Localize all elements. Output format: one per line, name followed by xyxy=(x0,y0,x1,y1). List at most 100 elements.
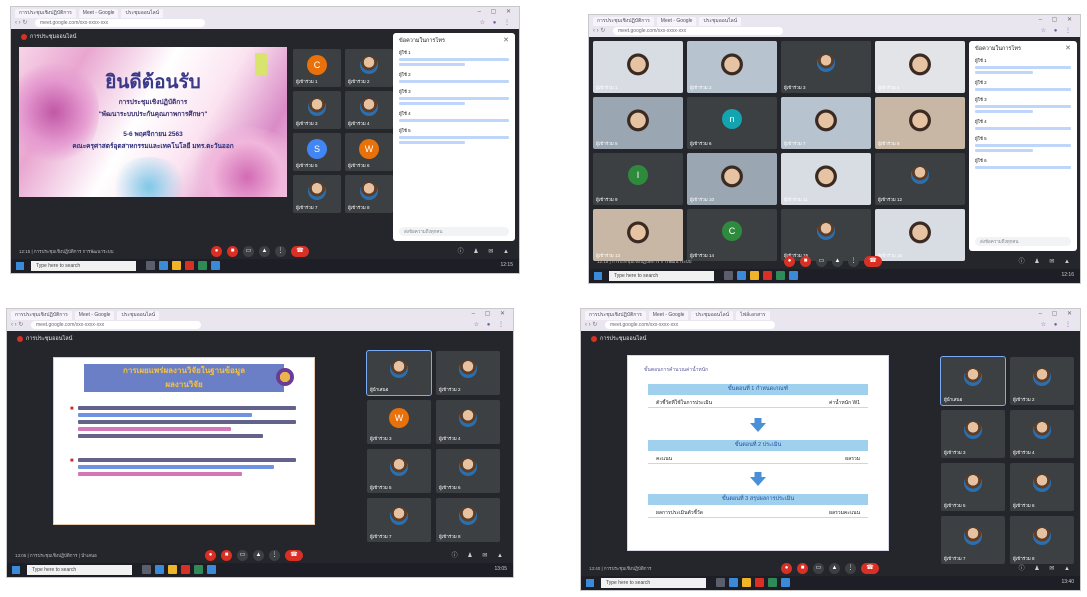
end-call-button[interactable]: ☎ xyxy=(861,562,879,574)
present-icon[interactable]: ▲ xyxy=(253,549,264,561)
captions-icon[interactable]: ▭ xyxy=(237,549,248,561)
edge-icon[interactable] xyxy=(729,578,738,587)
participant-tile[interactable]: ผู้เข้าร่วม 7 xyxy=(367,498,431,542)
participant-tile[interactable]: ผู้เข้าร่วม 2 xyxy=(1010,357,1074,405)
end-call-button[interactable]: ☎ xyxy=(864,255,882,267)
browser-tab[interactable]: ประชุมออนไลน์ xyxy=(691,311,734,320)
folder-icon[interactable] xyxy=(742,578,751,587)
participant-tile[interactable]: ผู้เข้าร่วม 8 xyxy=(436,498,500,542)
browser-tab[interactable]: ไฟล์เอกสาร xyxy=(736,311,770,320)
folder-icon[interactable] xyxy=(750,271,759,280)
task-view-icon[interactable] xyxy=(142,565,151,574)
participant-tile[interactable]: ผู้เข้าร่วม 5 xyxy=(593,97,683,149)
participant-tile[interactable]: ผู้เข้าร่วม 2 xyxy=(345,49,393,87)
participant-tile[interactable]: ผู้เข้าร่วม 3 xyxy=(941,410,1005,458)
more-icon[interactable]: ⋮ xyxy=(848,255,859,267)
nav-buttons[interactable]: ‹ › ↻ xyxy=(11,321,23,328)
taskbar-search[interactable]: Type here to search xyxy=(27,565,132,575)
task-view-icon[interactable] xyxy=(724,271,733,280)
participant-tile[interactable]: ผู้นำเสนอ xyxy=(940,356,1006,406)
word-icon[interactable] xyxy=(781,578,790,587)
participant-tile[interactable]: ผู้เข้าร่วม 13 xyxy=(593,209,683,261)
participant-tile[interactable]: ผู้เข้าร่วม 4 xyxy=(345,91,393,129)
excel-icon[interactable] xyxy=(776,271,785,280)
participant-tile[interactable]: ผู้เข้าร่วม 7 xyxy=(293,175,341,213)
more-icon[interactable]: ⋮ xyxy=(269,549,280,561)
browser-tab[interactable]: Meet - Google xyxy=(74,311,115,320)
browser-tab[interactable]: ประชุมออนไลน์ xyxy=(699,17,742,26)
word-icon[interactable] xyxy=(207,565,216,574)
participant-tile[interactable]: ผู้เข้าร่วม 8 xyxy=(875,97,965,149)
taskbar-search[interactable]: Type here to search xyxy=(31,261,136,271)
present-icon[interactable]: ▲ xyxy=(829,562,840,574)
task-view-icon[interactable] xyxy=(716,578,725,587)
excel-icon[interactable] xyxy=(198,261,207,270)
participant-tile[interactable]: ผู้เข้าร่วม 4 xyxy=(875,41,965,93)
close-icon[interactable]: ✕ xyxy=(503,36,509,44)
end-call-button[interactable]: ☎ xyxy=(291,245,309,257)
folder-icon[interactable] xyxy=(172,261,181,270)
window-controls[interactable]: – ▢ ✕ xyxy=(478,8,515,15)
browser-tab[interactable]: Meet - Google xyxy=(648,311,689,320)
chrome-icon[interactable] xyxy=(763,271,772,280)
mic-off-icon[interactable]: ● xyxy=(781,562,792,574)
address-bar[interactable]: meet.google.com/xxx-xxxx-xxx xyxy=(613,27,783,35)
chrome-icon[interactable] xyxy=(185,261,194,270)
window-controls[interactable]: – ▢ ✕ xyxy=(1039,310,1076,317)
browser-tab[interactable]: Meet - Google xyxy=(656,17,697,26)
participant-tile[interactable]: ผู้เข้าร่วม 6 xyxy=(1010,463,1074,511)
word-icon[interactable] xyxy=(211,261,220,270)
task-view-icon[interactable] xyxy=(146,261,155,270)
chat-input[interactable]: ส่งข้อความถึงทุกคน xyxy=(399,227,509,236)
edge-icon[interactable] xyxy=(159,261,168,270)
participant-tile[interactable]: ผู้เข้าร่วม 8 xyxy=(1010,516,1074,564)
participant-tile[interactable]: ผู้เข้าร่วม 11 xyxy=(781,153,871,205)
participant-tile[interactable]: S ผู้เข้าร่วม 5 xyxy=(293,133,341,171)
windows-start-icon[interactable] xyxy=(586,579,594,587)
side-panel-icons[interactable]: ⓘ ♟ ✉ ▲ xyxy=(1019,256,1074,265)
chat-input[interactable]: ส่งข้อความถึงทุกคน xyxy=(975,237,1071,246)
captions-icon[interactable]: ▭ xyxy=(816,255,827,267)
camera-off-icon[interactable]: ■ xyxy=(800,255,811,267)
participant-tile[interactable]: ผู้เข้าร่วม 8 xyxy=(345,175,393,213)
nav-buttons[interactable]: ‹ › ↻ xyxy=(585,321,597,328)
participant-tile[interactable]: ผู้เข้าร่วม 1 xyxy=(593,41,683,93)
participant-tile[interactable]: ผู้เข้าร่วม 10 xyxy=(687,153,777,205)
end-call-button[interactable]: ☎ xyxy=(285,549,303,561)
chrome-icon[interactable] xyxy=(755,578,764,587)
folder-icon[interactable] xyxy=(168,565,177,574)
word-icon[interactable] xyxy=(789,271,798,280)
extension-icons[interactable]: ☆ ● ⋮ xyxy=(1041,321,1074,328)
participant-tile[interactable]: ผู้เข้าร่วม 2 xyxy=(687,41,777,93)
participant-tile[interactable]: ผู้เข้าร่วม 12 xyxy=(875,153,965,205)
window-controls[interactable]: – ▢ ✕ xyxy=(472,310,509,317)
participant-tile[interactable]: ผู้เข้าร่วม 3 xyxy=(781,41,871,93)
windows-start-icon[interactable] xyxy=(594,272,602,280)
address-bar[interactable]: meet.google.com/xxx-xxxx-xxx xyxy=(31,321,201,329)
participant-tile[interactable]: I ผู้เข้าร่วม 9 xyxy=(593,153,683,205)
participant-tile[interactable]: W ผู้เข้าร่วม 3 xyxy=(367,400,431,444)
captions-icon[interactable]: ▭ xyxy=(243,245,254,257)
browser-tab[interactable]: การประชุมเชิงปฏิบัติการ xyxy=(585,311,646,320)
windows-start-icon[interactable] xyxy=(12,566,20,574)
browser-tab[interactable]: ประชุมออนไลน์ xyxy=(117,311,160,320)
mic-off-icon[interactable]: ● xyxy=(211,245,222,257)
extension-icons[interactable]: ☆ ● ⋮ xyxy=(480,19,513,26)
browser-tab[interactable]: การประชุมเชิงปฏิบัติการ xyxy=(11,311,72,320)
participant-tile[interactable]: ผู้เข้าร่วม 7 xyxy=(941,516,1005,564)
address-bar[interactable]: meet.google.com/xxx-xxxx-xxx xyxy=(605,321,775,329)
camera-off-icon[interactable]: ■ xyxy=(227,245,238,257)
side-panel-icons[interactable]: ⓘ ♟ ✉ ▲ xyxy=(458,246,513,255)
more-icon[interactable]: ⋮ xyxy=(275,245,286,257)
mic-off-icon[interactable]: ● xyxy=(784,255,795,267)
participant-tile[interactable]: ผู้เข้าร่วม 16 xyxy=(875,209,965,261)
edge-icon[interactable] xyxy=(737,271,746,280)
participant-tile[interactable]: C ผู้เข้าร่วม 1 xyxy=(293,49,341,87)
excel-icon[interactable] xyxy=(768,578,777,587)
participant-tile[interactable]: ผู้เข้าร่วม 4 xyxy=(436,400,500,444)
close-icon[interactable]: ✕ xyxy=(1065,44,1071,52)
participant-tile[interactable]: ผู้เข้าร่วม 7 xyxy=(781,97,871,149)
taskbar-search[interactable]: Type here to search xyxy=(601,578,706,588)
chrome-icon[interactable] xyxy=(181,565,190,574)
camera-off-icon[interactable]: ■ xyxy=(797,562,808,574)
